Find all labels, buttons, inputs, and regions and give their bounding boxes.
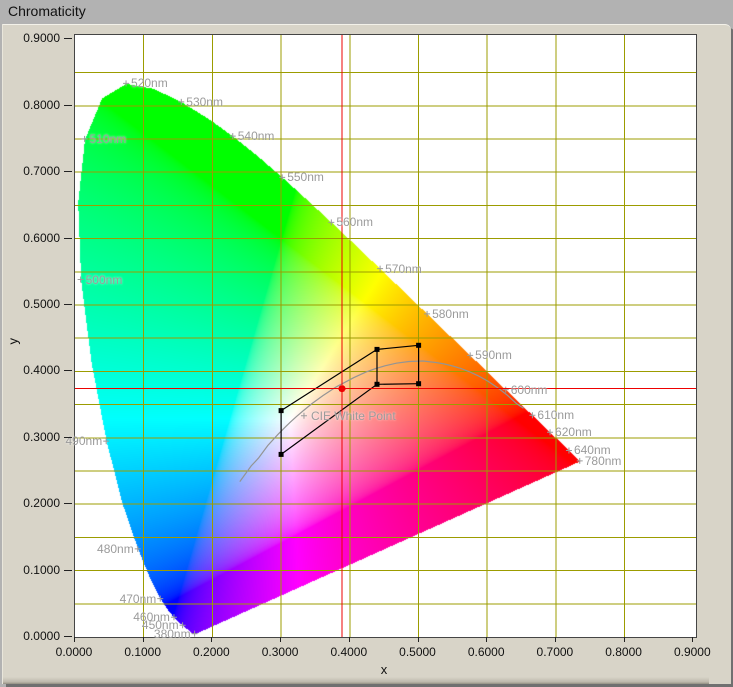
x-tick-mark (280, 637, 281, 642)
x-tick-label: 0.7000 (527, 645, 583, 659)
cie-white-point-marker (301, 413, 307, 419)
x-tick-mark (143, 637, 144, 642)
plot-area[interactable]: 380nm450nm460nm470nm480nm490nm500nm510nm… (74, 34, 697, 638)
x-axis-title: x (356, 662, 412, 677)
y-tick-mark (64, 238, 72, 239)
y-tick-label: 0.2000 (2, 496, 60, 510)
y-tick-mark (64, 304, 72, 305)
x-tick-label: 0.4000 (321, 645, 377, 659)
y-tick-label: 0.5000 (2, 297, 60, 311)
panel-bottom-bevel-edge (3, 677, 709, 684)
planckian-locus-curve (240, 361, 524, 482)
y-tick-mark (64, 636, 72, 637)
x-tick-mark (418, 637, 419, 642)
x-tick-label: 0.5000 (390, 645, 446, 659)
y-tick-mark (64, 503, 72, 504)
x-tick-label: 0.1000 (115, 645, 171, 659)
y-tick-mark (64, 105, 72, 106)
y-tick-mark (64, 570, 72, 571)
y-tick-mark (64, 38, 72, 39)
x-tick-mark (74, 637, 75, 642)
y-tick-mark (64, 171, 72, 172)
window-titlebar: Chromaticity (0, 0, 733, 24)
x-tick-label: 0.2000 (183, 645, 239, 659)
y-tick-mark (64, 370, 72, 371)
chromaticity-window: Chromaticity 380nm450nm460nm470nm480nm49… (0, 0, 733, 687)
y-tick-label: 0.1000 (2, 563, 60, 577)
y-tick-label: 0.8000 (2, 98, 60, 112)
x-tick-mark (555, 637, 556, 642)
y-tick-mark (64, 437, 72, 438)
cursor-crosshair[interactable] (75, 35, 696, 637)
x-tick-label: 0.3000 (252, 645, 308, 659)
y-tick-label: 0.4000 (2, 363, 60, 377)
y-tick-label: 0.0000 (2, 629, 60, 643)
x-tick-mark (692, 637, 693, 642)
y-axis-title: y (6, 331, 21, 345)
y-tick-label: 0.6000 (2, 231, 60, 245)
gridlines (75, 35, 696, 637)
x-tick-mark (349, 637, 350, 642)
y-tick-label: 0.7000 (2, 164, 60, 178)
x-tick-mark (624, 637, 625, 642)
y-tick-label: 0.9000 (2, 31, 60, 45)
x-tick-label: 0.8000 (596, 645, 652, 659)
x-tick-mark (211, 637, 212, 642)
panel-right-bevel-edge (707, 25, 731, 684)
x-tick-label: 0.6000 (458, 645, 514, 659)
x-tick-mark (486, 637, 487, 642)
plot-overlay-svg (75, 35, 696, 637)
x-tick-label: 0.0000 (46, 645, 102, 659)
x-tick-label: 0.9000 (664, 645, 720, 659)
measured-point-dot (339, 385, 346, 392)
wavelength-point-markers (78, 80, 583, 636)
y-tick-label: 0.3000 (2, 430, 60, 444)
window-title: Chromaticity (8, 3, 86, 19)
